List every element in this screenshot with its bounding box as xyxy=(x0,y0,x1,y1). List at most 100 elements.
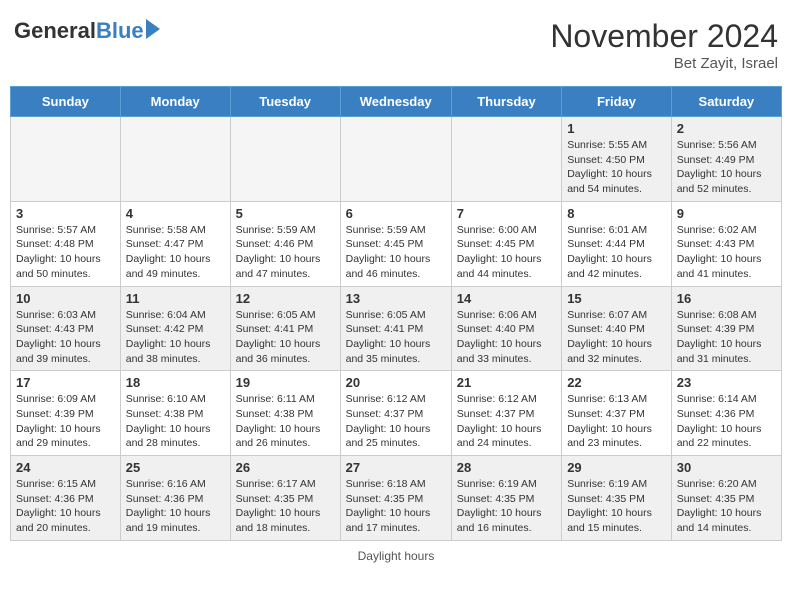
day-info: Sunrise: 5:58 AMSunset: 4:47 PMDaylight:… xyxy=(126,223,225,282)
calendar-week-row: 10 Sunrise: 6:03 AMSunset: 4:43 PMDayligh… xyxy=(11,286,782,371)
day-number: 29 xyxy=(567,460,666,475)
calendar-day-cell: 30 Sunrise: 6:20 AMSunset: 4:35 PMDayligh… xyxy=(671,456,781,541)
day-number: 4 xyxy=(126,206,225,221)
calendar-day-cell: 10 Sunrise: 6:03 AMSunset: 4:43 PMDayligh… xyxy=(11,286,121,371)
day-info: Sunrise: 6:09 AMSunset: 4:39 PMDaylight:… xyxy=(16,392,115,451)
day-header-tuesday: Tuesday xyxy=(230,87,340,117)
day-header-thursday: Thursday xyxy=(451,87,561,117)
day-number: 12 xyxy=(236,291,335,306)
day-number: 30 xyxy=(677,460,776,475)
calendar-day-cell: 18 Sunrise: 6:10 AMSunset: 4:38 PMDayligh… xyxy=(120,371,230,456)
calendar-day-cell: 11 Sunrise: 6:04 AMSunset: 4:42 PMDayligh… xyxy=(120,286,230,371)
calendar-day-cell: 26 Sunrise: 6:17 AMSunset: 4:35 PMDayligh… xyxy=(230,456,340,541)
calendar-day-cell xyxy=(340,117,451,202)
day-header-wednesday: Wednesday xyxy=(340,87,451,117)
day-header-friday: Friday xyxy=(562,87,672,117)
day-info: Sunrise: 5:57 AMSunset: 4:48 PMDaylight:… xyxy=(16,223,115,282)
day-number: 11 xyxy=(126,291,225,306)
day-number: 3 xyxy=(16,206,115,221)
day-number: 8 xyxy=(567,206,666,221)
calendar-day-cell: 27 Sunrise: 6:18 AMSunset: 4:35 PMDayligh… xyxy=(340,456,451,541)
day-number: 10 xyxy=(16,291,115,306)
calendar-day-cell: 19 Sunrise: 6:11 AMSunset: 4:38 PMDayligh… xyxy=(230,371,340,456)
calendar-day-cell: 25Sunrise: 6:16 AMSunset: 4:36 PMDayligh… xyxy=(120,456,230,541)
day-info: Sunrise: 6:17 AMSunset: 4:35 PMDaylight:… xyxy=(236,477,335,536)
calendar-day-cell: 17 Sunrise: 6:09 AMSunset: 4:39 PMDayligh… xyxy=(11,371,121,456)
logo-blue-text: Blue xyxy=(96,18,144,44)
day-header-sunday: Sunday xyxy=(11,87,121,117)
day-number: 23 xyxy=(677,375,776,390)
day-info: Sunrise: 6:20 AMSunset: 4:35 PMDaylight:… xyxy=(677,477,776,536)
calendar-week-row: 3 Sunrise: 5:57 AMSunset: 4:48 PMDaylight… xyxy=(11,201,782,286)
day-number: 9 xyxy=(677,206,776,221)
footer-note: Daylight hours xyxy=(10,549,782,563)
day-info: Sunrise: 6:05 AMSunset: 4:41 PMDaylight:… xyxy=(236,308,335,367)
days-header-row: SundayMondayTuesdayWednesdayThursdayFrid… xyxy=(11,87,782,117)
calendar-day-cell: 5Sunrise: 5:59 AMSunset: 4:46 PMDaylight… xyxy=(230,201,340,286)
day-number: 6 xyxy=(346,206,446,221)
day-info: Sunrise: 6:18 AMSunset: 4:35 PMDaylight:… xyxy=(346,477,446,536)
calendar-day-cell xyxy=(120,117,230,202)
day-number: 19 xyxy=(236,375,335,390)
calendar-day-cell: 16 Sunrise: 6:08 AMSunset: 4:39 PMDayligh… xyxy=(671,286,781,371)
logo-arrow-icon xyxy=(146,19,160,39)
day-info: Sunrise: 6:12 AMSunset: 4:37 PMDaylight:… xyxy=(457,392,556,451)
calendar-day-cell: 8 Sunrise: 6:01 AMSunset: 4:44 PMDaylight… xyxy=(562,201,672,286)
day-header-monday: Monday xyxy=(120,87,230,117)
day-number: 13 xyxy=(346,291,446,306)
day-number: 25 xyxy=(126,460,225,475)
day-info: Sunrise: 6:00 AMSunset: 4:45 PMDaylight:… xyxy=(457,223,556,282)
day-header-saturday: Saturday xyxy=(671,87,781,117)
calendar-day-cell: 14 Sunrise: 6:06 AMSunset: 4:40 PMDayligh… xyxy=(451,286,561,371)
day-number: 21 xyxy=(457,375,556,390)
day-number: 22 xyxy=(567,375,666,390)
day-info: Sunrise: 5:56 AMSunset: 4:49 PMDaylight:… xyxy=(677,138,776,197)
calendar-day-cell xyxy=(230,117,340,202)
calendar-day-cell: 20 Sunrise: 6:12 AMSunset: 4:37 PMDayligh… xyxy=(340,371,451,456)
day-info: Sunrise: 6:13 AMSunset: 4:37 PMDaylight:… xyxy=(567,392,666,451)
calendar-day-cell: 9Sunrise: 6:02 AMSunset: 4:43 PMDaylight… xyxy=(671,201,781,286)
calendar-table: SundayMondayTuesdayWednesdayThursdayFrid… xyxy=(10,86,782,541)
calendar-day-cell: 15 Sunrise: 6:07 AMSunset: 4:40 PMDayligh… xyxy=(562,286,672,371)
day-info: Sunrise: 6:04 AMSunset: 4:42 PMDaylight:… xyxy=(126,308,225,367)
page-header: General Blue November 2024 Bet Zayit, Is… xyxy=(10,10,782,80)
calendar-day-cell xyxy=(451,117,561,202)
day-number: 17 xyxy=(16,375,115,390)
calendar-day-cell: 22 Sunrise: 6:13 AMSunset: 4:37 PMDayligh… xyxy=(562,371,672,456)
logo: General Blue xyxy=(14,18,160,44)
day-info: Sunrise: 6:11 AMSunset: 4:38 PMDaylight:… xyxy=(236,392,335,451)
title-block: November 2024 Bet Zayit, Israel xyxy=(550,18,778,72)
logo-general-text: General xyxy=(14,18,96,44)
day-info: Sunrise: 6:03 AMSunset: 4:43 PMDaylight:… xyxy=(16,308,115,367)
calendar-day-cell: 6 Sunrise: 5:59 AMSunset: 4:45 PMDaylight… xyxy=(340,201,451,286)
day-info: Sunrise: 6:19 AMSunset: 4:35 PMDaylight:… xyxy=(567,477,666,536)
day-info: Sunrise: 6:07 AMSunset: 4:40 PMDaylight:… xyxy=(567,308,666,367)
day-number: 7 xyxy=(457,206,556,221)
calendar-day-cell xyxy=(11,117,121,202)
day-number: 27 xyxy=(346,460,446,475)
day-number: 16 xyxy=(677,291,776,306)
day-number: 18 xyxy=(126,375,225,390)
day-number: 2 xyxy=(677,121,776,136)
calendar-day-cell: 1Sunrise: 5:55 AMSunset: 4:50 PMDaylight… xyxy=(562,117,672,202)
day-info: Sunrise: 6:19 AMSunset: 4:35 PMDaylight:… xyxy=(457,477,556,536)
day-number: 26 xyxy=(236,460,335,475)
day-info: Sunrise: 6:08 AMSunset: 4:39 PMDaylight:… xyxy=(677,308,776,367)
calendar-day-cell: 2 Sunrise: 5:56 AMSunset: 4:49 PMDaylight… xyxy=(671,117,781,202)
calendar-day-cell: 7 Sunrise: 6:00 AMSunset: 4:45 PMDaylight… xyxy=(451,201,561,286)
day-info: Sunrise: 6:10 AMSunset: 4:38 PMDaylight:… xyxy=(126,392,225,451)
day-number: 14 xyxy=(457,291,556,306)
day-info: Sunrise: 6:06 AMSunset: 4:40 PMDaylight:… xyxy=(457,308,556,367)
location-label: Bet Zayit, Israel xyxy=(550,55,778,72)
day-info: Sunrise: 6:14 AMSunset: 4:36 PMDaylight:… xyxy=(677,392,776,451)
calendar-day-cell: 21 Sunrise: 6:12 AMSunset: 4:37 PMDayligh… xyxy=(451,371,561,456)
day-info: Sunrise: 5:59 AMSunset: 4:45 PMDaylight:… xyxy=(346,223,446,282)
day-number: 15 xyxy=(567,291,666,306)
calendar-week-row: 17 Sunrise: 6:09 AMSunset: 4:39 PMDayligh… xyxy=(11,371,782,456)
day-info: Sunrise: 6:12 AMSunset: 4:37 PMDaylight:… xyxy=(346,392,446,451)
calendar-day-cell: 4 Sunrise: 5:58 AMSunset: 4:47 PMDaylight… xyxy=(120,201,230,286)
day-number: 20 xyxy=(346,375,446,390)
calendar-day-cell: 28Sunrise: 6:19 AMSunset: 4:35 PMDayligh… xyxy=(451,456,561,541)
day-info: Sunrise: 6:01 AMSunset: 4:44 PMDaylight:… xyxy=(567,223,666,282)
calendar-day-cell: 29 Sunrise: 6:19 AMSunset: 4:35 PMDayligh… xyxy=(562,456,672,541)
